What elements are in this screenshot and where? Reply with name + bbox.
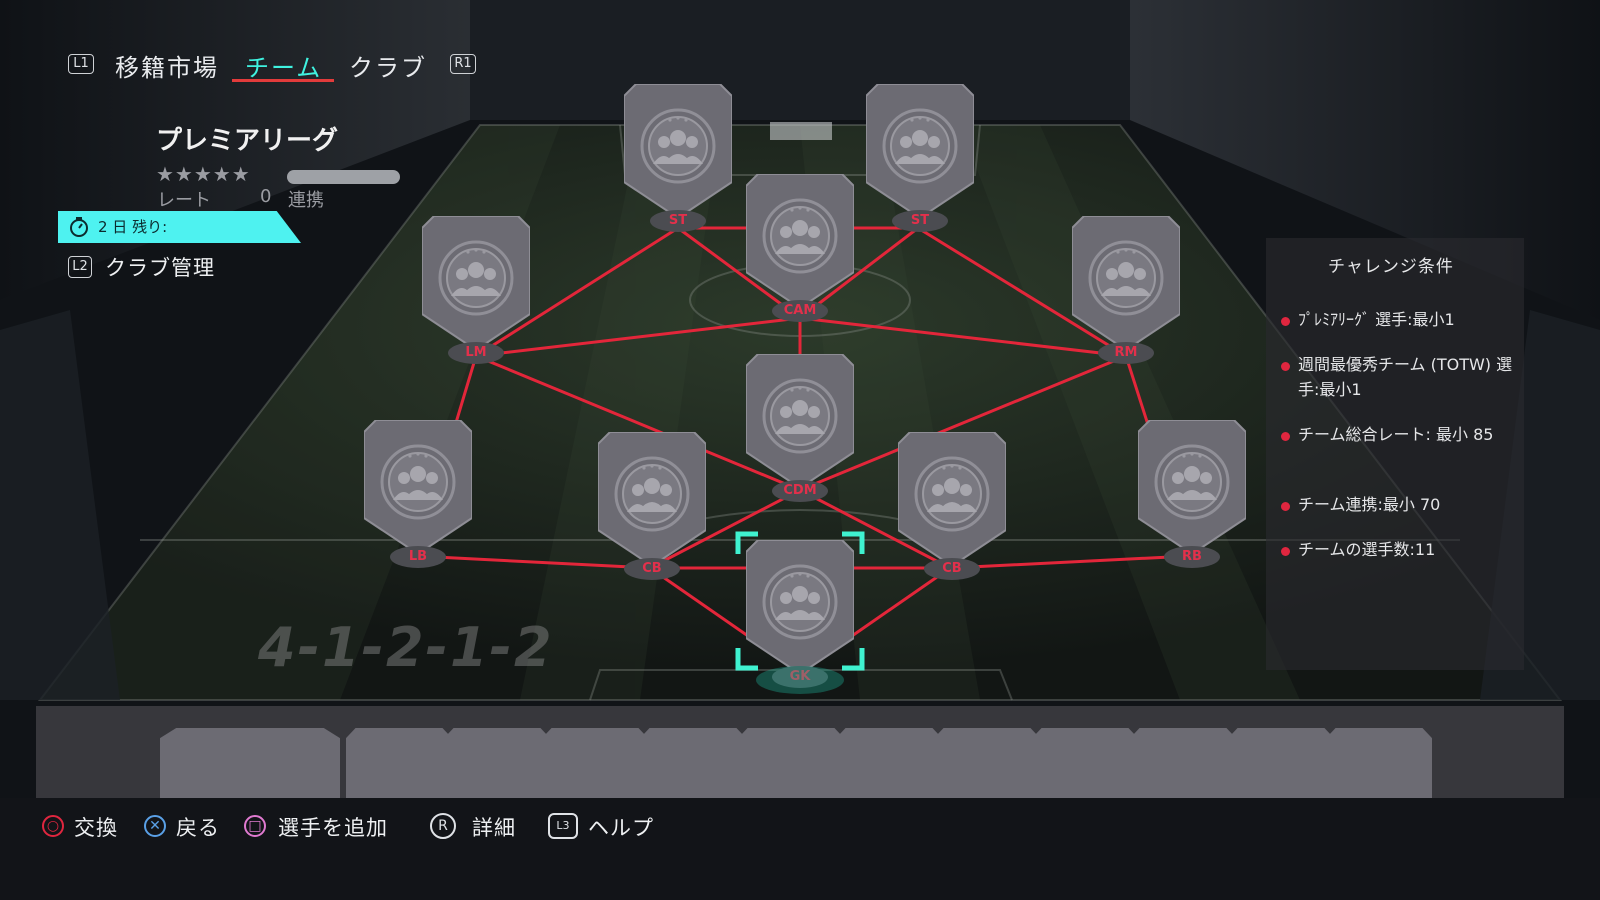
l1-button-icon[interactable]: L1 <box>68 54 94 74</box>
bench-slot[interactable] <box>1130 728 1236 800</box>
empty-player-icon <box>363 419 473 556</box>
bench-slot[interactable] <box>640 728 746 800</box>
add-player-action[interactable]: 選手を追加 <box>278 812 388 842</box>
details-action[interactable]: 詳細 <box>472 812 516 842</box>
player-slot-lm[interactable] <box>421 215 531 352</box>
stopwatch-icon <box>70 217 88 237</box>
requirement-bullet-icon <box>1281 502 1290 511</box>
bench-slot[interactable] <box>1032 728 1138 800</box>
requirement-item: チーム総合レート: 最小 85 <box>1298 425 1494 444</box>
requirement-item: チームの選手数:11 <box>1298 540 1436 559</box>
empty-player-icon <box>597 431 707 568</box>
selection-cursor <box>735 531 865 694</box>
player-slot-lb[interactable] <box>363 419 473 556</box>
empty-player-icon <box>623 83 733 220</box>
position-badge-cam: CAM <box>772 300 828 322</box>
player-slot-cdm[interactable] <box>745 353 855 490</box>
chemistry-bar <box>287 170 400 184</box>
player-slot-rm[interactable] <box>1071 215 1181 352</box>
requirement-bullet-icon <box>1281 362 1290 371</box>
rating-value: 0 <box>260 186 272 207</box>
bench-slot[interactable] <box>346 728 452 800</box>
square-button-icon: □ <box>244 815 266 837</box>
requirement-bullet-icon <box>1281 317 1290 326</box>
tab-club[interactable]: クラブ <box>349 48 427 83</box>
bench-slot-selected[interactable] <box>160 728 340 800</box>
requirement-item: チーム連携:最小 70 <box>1298 495 1441 514</box>
rating-label: レート <box>157 190 211 211</box>
swap-action[interactable]: 交換 <box>74 812 118 842</box>
position-badge-rb: RB <box>1164 546 1220 568</box>
position-badge-lm: LM <box>448 342 504 364</box>
position-badge-st-right: ST <box>892 210 948 232</box>
help-action[interactable]: ヘルプ <box>588 812 654 842</box>
empty-player-icon <box>897 431 1007 568</box>
empty-player-icon <box>1137 419 1247 556</box>
tab-transfer-market[interactable]: 移籍市場 <box>115 48 219 83</box>
player-slot-st-left[interactable] <box>623 83 733 220</box>
requirement-item: 週間最優秀チーム (TOTW) 選手:最小1 <box>1298 355 1513 399</box>
empty-player-icon <box>421 215 531 352</box>
timer-text: 2 日 残り: <box>98 218 168 236</box>
bench-slot[interactable] <box>1326 728 1432 800</box>
r1-button-icon[interactable]: R1 <box>450 54 476 74</box>
formation-label: 4-1-2-1-2 <box>258 616 554 679</box>
bench-slot[interactable] <box>1228 728 1334 800</box>
right-stick-icon: R <box>430 813 456 839</box>
l2-button-icon[interactable]: L2 <box>68 256 92 278</box>
bench-slot[interactable] <box>738 728 844 800</box>
position-badge-cdm: CDM <box>772 480 828 502</box>
cross-button-icon: ✕ <box>144 815 166 837</box>
active-tab-indicator <box>232 79 334 82</box>
empty-player-icon <box>865 83 975 220</box>
player-slot-rb[interactable] <box>1137 419 1247 556</box>
bench-slot[interactable] <box>836 728 942 800</box>
empty-player-icon <box>1071 215 1181 352</box>
squad-name: プレミアリーグ <box>156 126 339 156</box>
chemistry-label: 連携 <box>288 190 324 211</box>
requirement-bullet-icon <box>1281 432 1290 441</box>
player-slot-st-right[interactable] <box>865 83 975 220</box>
footer-bar <box>0 798 1600 900</box>
challenge-panel <box>1266 238 1524 670</box>
challenge-title: チャレンジ条件 <box>1328 257 1454 277</box>
l3-stick-icon: L3 <box>548 813 578 839</box>
empty-player-icon <box>745 173 855 310</box>
bench-slot[interactable] <box>934 728 1040 800</box>
bench-slot[interactable] <box>542 728 648 800</box>
position-badge-st-left: ST <box>650 210 706 232</box>
player-slot-cb-left[interactable] <box>597 431 707 568</box>
player-slot-cb-right[interactable] <box>897 431 1007 568</box>
tab-team[interactable]: チーム <box>245 48 322 83</box>
position-badge-rm: RM <box>1098 342 1154 364</box>
circle-button-icon: ○ <box>42 815 64 837</box>
requirement-bullet-icon <box>1281 547 1290 556</box>
position-badge-cb-left: CB <box>624 558 680 580</box>
star-rating-icon: ★★★★★ <box>156 162 251 186</box>
empty-player-icon <box>745 353 855 490</box>
game-screen: ST ST CAM LM RM CDM LB CB CB RB GK 4-1-2… <box>0 0 1600 900</box>
position-badge-cb-right: CB <box>924 558 980 580</box>
bench-slot[interactable] <box>444 728 550 800</box>
back-action[interactable]: 戻る <box>176 812 220 842</box>
position-badge-lb: LB <box>390 546 446 568</box>
requirement-item: ﾌﾟﾚﾐｱﾘｰｸﾞ 選手:最小1 <box>1298 310 1455 329</box>
player-slot-cam[interactable] <box>745 173 855 310</box>
timer-banner <box>58 211 301 243</box>
club-management-button[interactable]: クラブ管理 <box>105 252 215 282</box>
